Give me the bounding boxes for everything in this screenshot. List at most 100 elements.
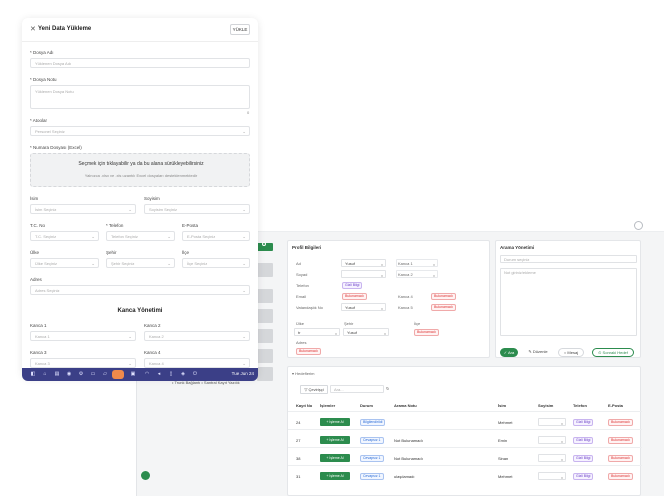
col-header: Soyisim [538,403,554,408]
field-label: Ad [296,261,301,266]
cell-note: ulaşılamadı [394,474,415,479]
chevron-down-icon: ⌄ [128,334,132,339]
col-header: İşlemler [320,403,336,408]
city-select[interactable]: Şehir Seçiniz ⌄ [106,258,175,268]
chevron-down-icon: ⌄ [242,129,246,134]
dropzone-main-text: Seçmek için tıklayabilir ya da bu alana … [78,161,204,167]
targets-title[interactable]: ▾ Hedeflerim [292,371,314,376]
profile-title: Profil Bilgileri [292,245,322,250]
channel4-select[interactable]: Kanca 4 ⌄ [144,358,250,368]
browser-icon[interactable]: ◉ [66,371,72,377]
col-header: Arama Notu [394,403,417,408]
tc-select[interactable]: T.C. Seçiniz ⌄ [30,231,99,241]
step-block[interactable] [257,263,273,277]
launcher-icon[interactable]: ◧ [30,371,36,377]
process-button[interactable]: + İşleme Al [320,436,350,444]
field-label: Vatandaşlık No [296,305,323,310]
call-note-textarea[interactable]: Not giriniz/ekleme [500,268,637,336]
eye-icon[interactable] [634,221,643,230]
address-select[interactable]: Adres Seçiniz ⌄ [30,285,250,295]
channel1-select[interactable]: Kanca 1 ⌄ [30,331,136,341]
col-header: Telefon [573,403,587,408]
email-select[interactable]: E-Posta Seçiniz ⌄ [182,231,250,241]
refresh-icon[interactable]: ↻ [386,386,389,391]
file-name-input[interactable]: Yüklenen Dosya Adı [30,58,250,68]
address-label: Adres [30,277,42,282]
channel-field: x [396,259,438,267]
settings-icon[interactable]: ⚙ [78,371,84,377]
country-label: Ülke [30,250,40,255]
channel2-select[interactable]: Kanca 2 ⌄ [144,331,250,341]
filter-button[interactable]: ▽ Çevirişçi [300,385,328,394]
music-icon[interactable] [112,370,124,379]
city-header: Şehir [344,321,354,326]
process-button[interactable]: + İşleme Al [320,454,350,462]
step-block[interactable] [257,329,273,343]
message-button[interactable]: ○ Mesaj [558,348,584,357]
upload-button[interactable]: YÜKLE [230,24,250,35]
volume-icon[interactable]: ◂ [156,371,162,377]
next-target-button[interactable]: ⊙ Sonraki Hedef [592,348,634,357]
chevron-down-icon: ⌄ [167,234,171,239]
status-badge: Cevapsız 1 [360,455,384,462]
call-button[interactable]: ✓ Ara [500,348,518,357]
home-icon[interactable]: ⌂ [42,371,48,377]
not-found-badge: Bulunamadı [608,455,633,462]
step-block[interactable] [257,289,273,303]
chevron-down-icon: ⌄ [91,234,95,239]
profile-card: Profil Bilgileri Ad Yusuf x Soyad x Telef… [287,240,490,358]
channel4-label: Kanca 4 [144,350,161,355]
process-button[interactable]: + İşleme Al [320,418,350,426]
targets-card: ▾ Hedeflerim ▽ Çevirişçi Ara... ↻ Kayıt … [287,366,642,496]
channel-section-title: Kanca Yönetimi [117,308,163,314]
country-select[interactable]: Ülke Seçiniz ⌄ [30,258,99,268]
store-icon[interactable]: ▣ [130,371,136,377]
not-found-badge: Bulunamadı [608,437,633,444]
cell-surname: x [538,436,566,444]
channel1-label: Kanca 1 [30,323,47,328]
divider [288,465,642,466]
step-block[interactable] [257,349,273,363]
file-dropzone[interactable]: Seçmek için tıklayabilir ya da bu alana … [30,153,250,187]
chevron-down-icon: ⌄ [91,261,95,266]
phone-select[interactable]: Telefon Seçiniz ⌄ [106,231,175,241]
power-icon[interactable]: ⏻ [192,371,198,377]
surname-label: Soyisim [144,196,160,201]
network-icon[interactable]: ◈ [180,371,186,377]
not-found-badge: Bulunamadı [431,304,456,311]
divider [288,447,642,448]
step-block[interactable] [257,367,273,381]
channel3-select[interactable]: Kanca 3 ⌄ [30,358,136,368]
close-icon[interactable]: ✕ [30,25,36,33]
call-status-select[interactable]: Durum seçiniz [500,255,637,263]
clock[interactable]: Tue Jun 24 [232,371,254,376]
not-found-badge: Bulunamadı [608,419,633,426]
folder-icon[interactable]: ▱ [102,371,108,377]
process-button[interactable]: + İşleme Al [320,472,350,480]
not-found-badge: Bulunamadı [608,473,633,480]
file-note-textarea[interactable]: Yüklenen Dosya Notu [30,85,250,109]
chevron-down-icon: ⌄ [242,288,246,293]
channel2-label: Kanca 2 [144,323,161,328]
file-name-label: * Dosya Adı [30,50,54,55]
hidden-info-badge: Gizli Bilgi [342,282,363,289]
country-header: Ülke [296,321,305,326]
edit-button[interactable]: ✎ Düzenle [524,348,552,357]
taskbar: ◧ ⌂ ▤ ◉ ⚙ ▭ ▱ ▣ ◠ ◂ ▯ ◈ ⏻ Tue Jun 24 [22,368,258,381]
cell-name: Sinan [498,456,509,461]
filter-input[interactable]: Ara... [330,385,384,393]
cell-name: Mehmet [498,474,513,479]
terminal-icon[interactable]: ▭ [90,371,96,377]
email-label: E-Posta [182,223,199,228]
cell-id: 24 [296,420,301,425]
name-select[interactable]: İsim Seçiniz ⌄ [30,204,136,214]
files-icon[interactable]: ▤ [54,371,60,377]
battery-icon[interactable]: ▯ [168,371,174,377]
assignees-select[interactable]: Personel Seçiniz ⌄ [30,126,250,136]
help-bubble-icon[interactable] [141,471,150,480]
surname-select[interactable]: Soyisim Seçiniz ⌄ [144,204,250,214]
city-field: Yusuf x [343,328,389,336]
district-select[interactable]: İlçe Seçiniz ⌄ [182,258,250,268]
wifi-icon[interactable]: ◠ [144,371,150,377]
step-block[interactable] [257,309,273,323]
